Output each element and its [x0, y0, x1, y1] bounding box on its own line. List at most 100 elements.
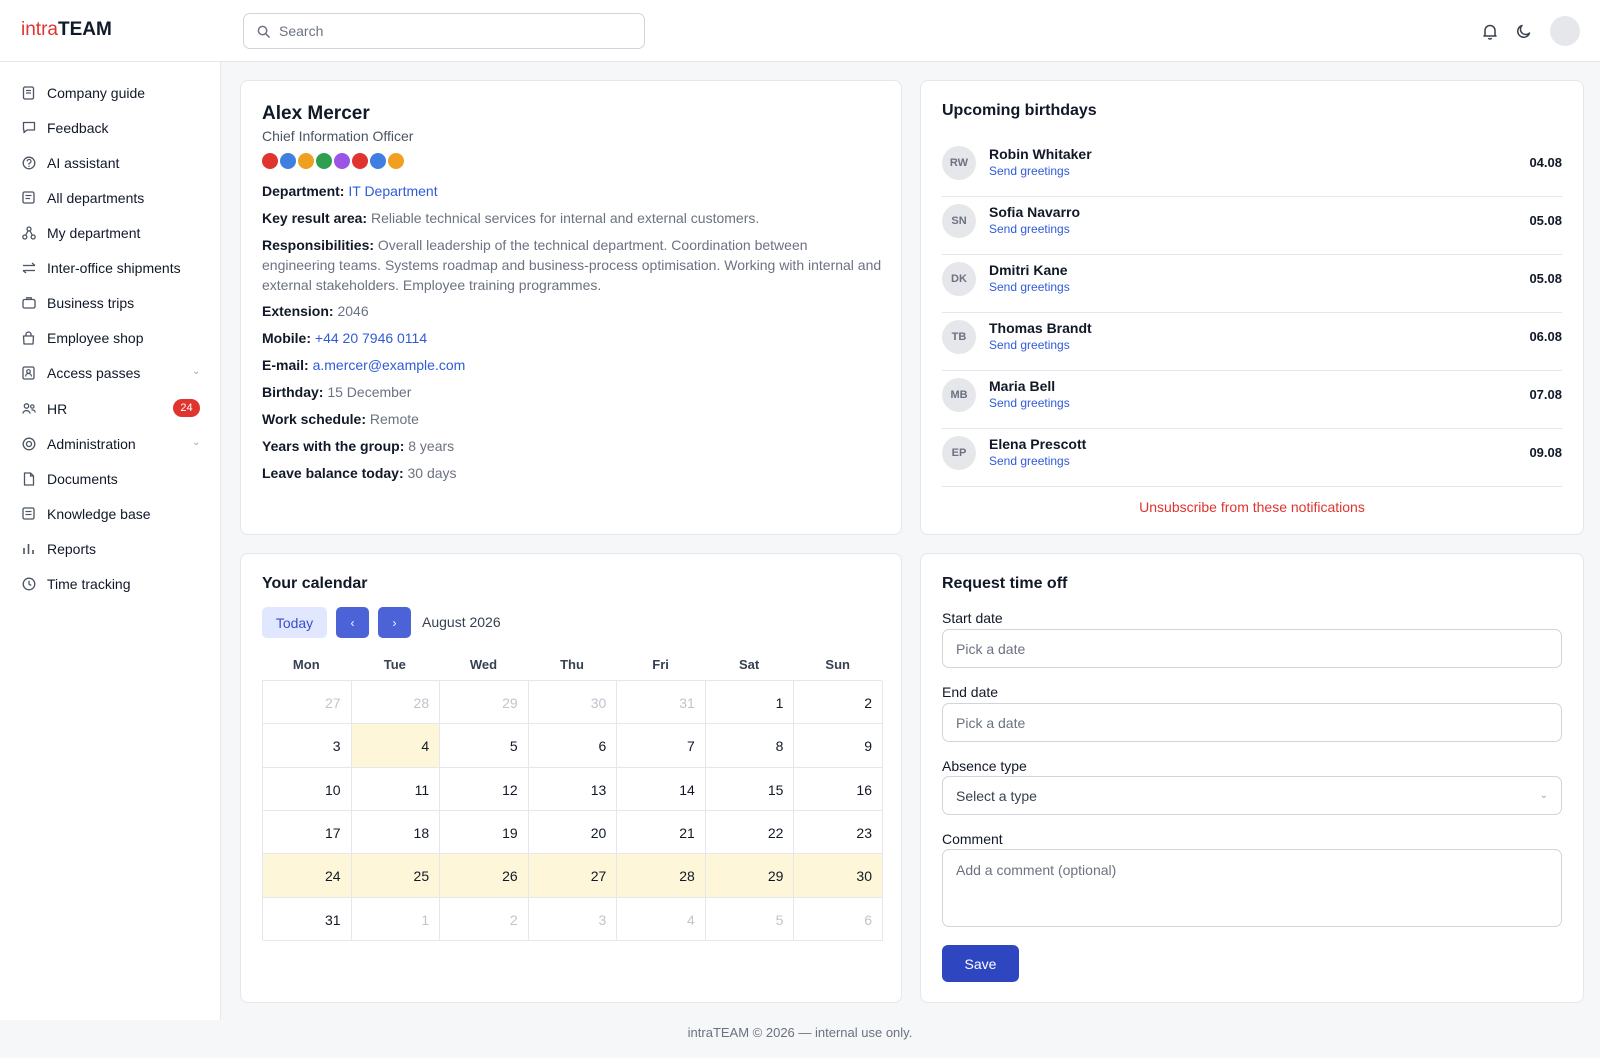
- field-label: Birthday:: [262, 384, 324, 400]
- field-work-schedule: Work schedule: Remote: [262, 409, 419, 429]
- sidebar-item-hr[interactable]: HR 24: [0, 394, 221, 422]
- calendar-day[interactable]: 3: [263, 724, 352, 768]
- sidebar-item-administration[interactable]: Administration ⌄: [0, 429, 221, 457]
- department-link[interactable]: IT Department: [348, 183, 437, 199]
- top-header: intraTEAM: [0, 0, 1600, 62]
- end-date-input[interactable]: [942, 703, 1562, 742]
- calendar-day[interactable]: 1: [351, 897, 441, 941]
- field-kra: Key result area: Reliable technical serv…: [262, 208, 759, 228]
- calendar-day[interactable]: 6: [794, 897, 883, 941]
- calendar-day[interactable]: 10: [263, 767, 352, 811]
- calendar-day[interactable]: 31: [617, 681, 706, 725]
- sidebar-item-label: Access passes: [47, 365, 141, 381]
- sidebar-item-label: Reports: [47, 541, 97, 557]
- calendar-day[interactable]: 30: [794, 854, 883, 898]
- calendar-day[interactable]: 8: [705, 724, 795, 768]
- next-month-button[interactable]: ›: [378, 607, 411, 638]
- calendar-day[interactable]: 14: [617, 767, 706, 811]
- sidebar-item-all-departments[interactable]: All departments: [0, 183, 221, 211]
- user-avatar[interactable]: [1550, 16, 1580, 46]
- send-greetings-link[interactable]: Send greetings: [989, 164, 1070, 178]
- search-box[interactable]: [243, 13, 645, 49]
- calendar-day[interactable]: 4: [617, 897, 706, 941]
- calendar-day[interactable]: 21: [617, 811, 706, 855]
- calendar-day[interactable]: 6: [528, 724, 618, 768]
- calendar-day[interactable]: 2: [440, 897, 529, 941]
- calendar-day[interactable]: 13: [528, 767, 618, 811]
- calendar-day[interactable]: 27: [528, 854, 618, 898]
- bell-icon[interactable]: [1479, 20, 1501, 42]
- mobile-link[interactable]: +44 20 7946 0114: [315, 330, 427, 346]
- sidebar-item-feedback[interactable]: Feedback: [0, 113, 221, 141]
- sidebar-item-business-trips[interactable]: Business trips: [0, 288, 221, 316]
- calendar-day[interactable]: 9: [794, 724, 883, 768]
- calendar-day[interactable]: 15: [705, 767, 795, 811]
- notes-icon: [21, 506, 36, 521]
- calendar-day[interactable]: 11: [351, 767, 441, 811]
- calendar-day[interactable]: 30: [528, 681, 618, 725]
- unsubscribe-link[interactable]: Unsubscribe from these notifications: [921, 499, 1583, 515]
- sidebar-item-my-department[interactable]: My department: [0, 218, 221, 246]
- sidebar-item-company-guide[interactable]: Company guide: [0, 78, 221, 106]
- search-input[interactable]: [279, 23, 619, 39]
- footer-text: intraTEAM © 2026 — internal use only.: [687, 1025, 913, 1040]
- comment-textarea[interactable]: [942, 849, 1562, 927]
- calendar-day[interactable]: 17: [263, 811, 352, 855]
- calendar-day[interactable]: 2: [794, 681, 883, 725]
- calendar-day[interactable]: 3: [528, 897, 618, 941]
- calendar-day[interactable]: 4: [351, 724, 441, 768]
- email-link[interactable]: a.mercer@example.com: [313, 357, 466, 373]
- calendar-day[interactable]: 26: [440, 854, 529, 898]
- calendar-day[interactable]: 12: [440, 767, 529, 811]
- weekday-header: Sat: [739, 657, 760, 672]
- calendar-day[interactable]: 1: [705, 681, 795, 725]
- chevron-down-icon[interactable]: ⌄: [192, 437, 200, 448]
- prev-month-button[interactable]: ‹: [336, 607, 369, 638]
- send-greetings-link[interactable]: Send greetings: [989, 454, 1070, 468]
- sidebar-item-time-tracking[interactable]: Time tracking: [0, 569, 221, 597]
- color-tag-dot: [334, 153, 350, 169]
- sidebar-item-employee-shop[interactable]: Employee shop: [0, 323, 221, 351]
- org-icon: [21, 225, 36, 240]
- sidebar-item-documents[interactable]: Documents: [0, 464, 221, 492]
- app-logo[interactable]: intraTEAM: [21, 19, 112, 41]
- sidebar-item-knowledge-base[interactable]: Knowledge base: [0, 499, 221, 527]
- calendar-day[interactable]: 24: [263, 854, 352, 898]
- calendar-day[interactable]: 19: [440, 811, 529, 855]
- field-label: Work schedule:: [262, 411, 366, 427]
- chevron-down-icon[interactable]: ⌄: [192, 366, 200, 377]
- birthday-date: 04.08: [1529, 155, 1562, 170]
- calendar-day[interactable]: 25: [351, 854, 441, 898]
- calendar-day[interactable]: 18: [351, 811, 441, 855]
- calendar-day[interactable]: 28: [351, 681, 441, 725]
- field-label: E-mail:: [262, 357, 309, 373]
- start-date-input[interactable]: [942, 629, 1562, 668]
- send-greetings-link[interactable]: Send greetings: [989, 396, 1070, 410]
- calendar-day[interactable]: 23: [794, 811, 883, 855]
- calendar-day[interactable]: 16: [794, 767, 883, 811]
- calendar-day[interactable]: 28: [617, 854, 706, 898]
- bar-chart-icon: [21, 541, 36, 556]
- sidebar-item-ai-assistant[interactable]: AI assistant: [0, 148, 221, 176]
- calendar-day[interactable]: 29: [705, 854, 795, 898]
- save-button[interactable]: Save: [942, 945, 1019, 982]
- calendar-day[interactable]: 22: [705, 811, 795, 855]
- calendar-day[interactable]: 5: [440, 724, 529, 768]
- calendar-day[interactable]: 20: [528, 811, 618, 855]
- birthday-person-name: Robin Whitaker: [989, 146, 1092, 162]
- send-greetings-link[interactable]: Send greetings: [989, 338, 1070, 352]
- sidebar-item-inter-office-shipments[interactable]: Inter-office shipments: [0, 253, 221, 281]
- calendar-day[interactable]: 31: [263, 897, 352, 941]
- send-greetings-link[interactable]: Send greetings: [989, 280, 1070, 294]
- calendar-day[interactable]: 5: [705, 897, 795, 941]
- sidebar-item-access-passes[interactable]: Access passes ⌄: [0, 358, 221, 386]
- birthday-date: 06.08: [1529, 329, 1562, 344]
- send-greetings-link[interactable]: Send greetings: [989, 222, 1070, 236]
- absence-type-select[interactable]: Select a type ⌄: [942, 776, 1562, 815]
- today-button[interactable]: Today: [262, 607, 327, 638]
- moon-icon[interactable]: [1513, 20, 1535, 42]
- sidebar-item-reports[interactable]: Reports: [0, 534, 221, 562]
- calendar-day[interactable]: 27: [263, 681, 352, 725]
- calendar-day[interactable]: 29: [440, 681, 529, 725]
- calendar-day[interactable]: 7: [617, 724, 706, 768]
